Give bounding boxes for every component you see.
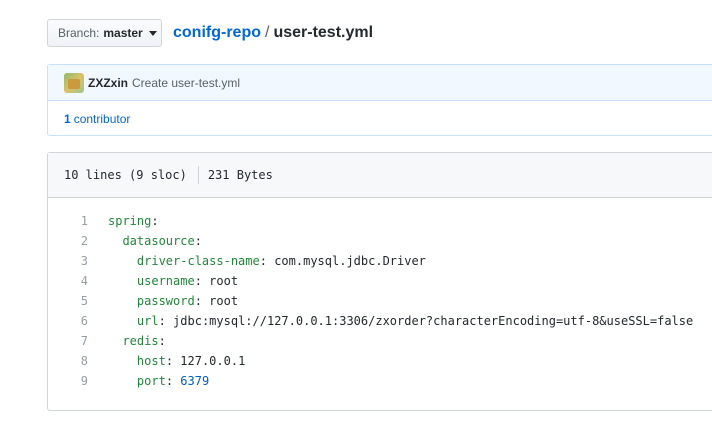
line-number[interactable]: 7 [48, 334, 88, 348]
yaml-value: com.mysql.jdbc.Driver [266, 254, 426, 268]
yaml-colon: : [165, 354, 174, 368]
latest-commit: ZXZxin Create user-test.yml [48, 65, 712, 101]
line-number[interactable]: 9 [48, 374, 88, 388]
code-line: 8 host: 127.0.0.1 [48, 351, 712, 371]
line-content: datasource: [88, 234, 202, 248]
code-line: 5 password: root [48, 291, 712, 311]
line-number[interactable]: 5 [48, 294, 88, 308]
code-line: 4 username: root [48, 271, 712, 291]
caret-down-icon [148, 30, 157, 36]
contributors-link[interactable]: 1 contributor [48, 101, 712, 137]
commit-panel: ZXZxin Create user-test.yml 1 contributo… [47, 64, 712, 136]
code-line: 1 spring: [48, 211, 712, 231]
yaml-key: datasource [122, 234, 195, 248]
file-line-count: 10 lines (9 sloc) [64, 168, 187, 182]
breadcrumb-separator: / [265, 24, 270, 41]
line-number[interactable]: 3 [48, 254, 88, 268]
file-header: 10 lines (9 sloc) 231 Bytes [48, 153, 712, 198]
line-content: username: root [88, 274, 238, 288]
yaml-key: password [136, 294, 195, 308]
code-line: 7 redis: [48, 331, 712, 351]
yaml-value: 127.0.0.1 [173, 354, 246, 368]
file-name: user-test.yml [273, 24, 374, 41]
branch-select-button[interactable]: Branch: master [47, 19, 162, 47]
yaml-colon: : [151, 214, 159, 228]
line-content: redis: [88, 334, 166, 348]
yaml-value: 6379 [173, 374, 210, 388]
line-number[interactable]: 1 [48, 214, 88, 228]
commit-author-link[interactable]: ZXZxin [88, 76, 128, 90]
code-line: 9 port: 6379 [48, 371, 712, 391]
yaml-value: root [201, 274, 239, 288]
line-content: driver-class-name: com.mysql.jdbc.Driver [88, 254, 426, 268]
line-number[interactable]: 8 [48, 354, 88, 368]
code-line: 3 driver-class-name: com.mysql.jdbc.Driv… [48, 251, 712, 271]
yaml-value: root [201, 294, 239, 308]
avatar[interactable] [64, 72, 84, 93]
yaml-colon: : [165, 374, 174, 388]
branch-prefix: Branch: [58, 26, 100, 40]
yaml-colon: : [158, 334, 166, 348]
yaml-key: port [136, 374, 166, 388]
commit-message-link[interactable]: Create user-test.yml [132, 76, 240, 90]
code-line: 6 url: jdbc:mysql://127.0.0.1:3306/zxord… [48, 311, 712, 331]
breadcrumb: conifg-repo / user-test.yml [173, 23, 373, 43]
code-block: 1 spring: 2 datasource: 3 driver-class-name… [48, 211, 712, 391]
divider [197, 166, 199, 184]
contributor-count: 1 [64, 112, 71, 126]
yaml-key: host [136, 354, 166, 368]
branch-name: master [103, 26, 143, 40]
line-content: spring: [88, 214, 159, 228]
code-line: 2 datasource: [48, 231, 712, 251]
file-viewer: 10 lines (9 sloc) 231 Bytes 1 spring: 2 da… [47, 152, 712, 411]
line-content: host: 127.0.0.1 [88, 354, 245, 368]
yaml-value: jdbc:mysql://127.0.0.1:3306/zxorder?char… [165, 314, 694, 328]
line-number[interactable]: 2 [48, 234, 88, 248]
yaml-key: redis [122, 334, 159, 348]
line-number[interactable]: 6 [48, 314, 88, 328]
yaml-colon: : [194, 234, 202, 248]
yaml-colon: : [194, 294, 202, 308]
contributor-label: contributor [73, 112, 131, 126]
repo-link[interactable]: conifg-repo [173, 24, 261, 41]
file-size: 231 Bytes [207, 168, 273, 182]
line-content: port: 6379 [88, 374, 209, 388]
yaml-colon: : [158, 314, 166, 328]
yaml-key: url [136, 314, 159, 328]
line-number[interactable]: 4 [48, 274, 88, 288]
yaml-colon: : [194, 274, 202, 288]
line-content: url: jdbc:mysql://127.0.0.1:3306/zxorder… [88, 314, 693, 328]
line-content: password: root [88, 294, 238, 308]
yaml-key: spring [108, 214, 152, 228]
yaml-colon: : [259, 254, 267, 268]
yaml-key: username [136, 274, 195, 288]
yaml-key: driver-class-name [136, 254, 260, 268]
